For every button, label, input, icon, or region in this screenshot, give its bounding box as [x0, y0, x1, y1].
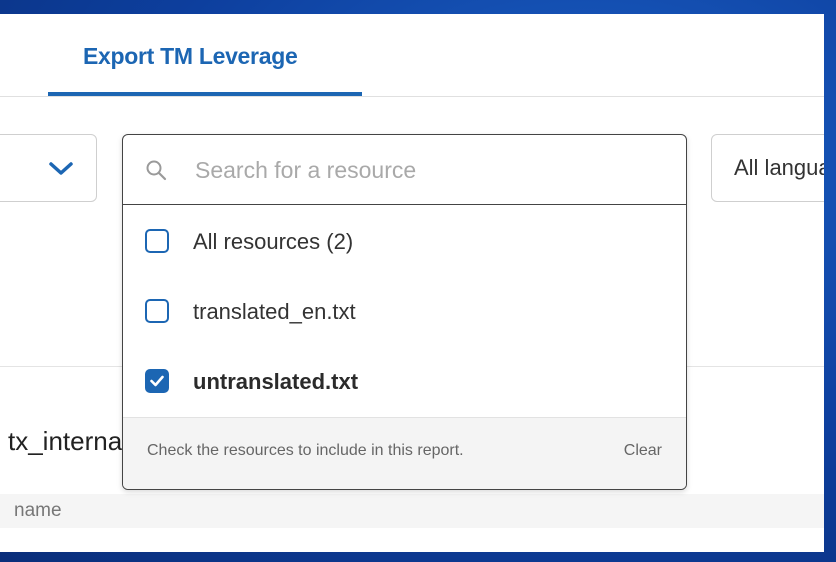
resource-dropdown: All resources (2) translated_en.txt untr…: [122, 134, 687, 490]
tabs-divider: [0, 96, 824, 97]
clear-button[interactable]: Clear: [624, 442, 662, 460]
checkbox-untranslated[interactable]: [145, 369, 169, 393]
option-label: All resources (2): [193, 229, 354, 254]
filter-dropdown[interactable]: [0, 134, 97, 202]
search-row: [123, 135, 686, 205]
option-untranslated[interactable]: untranslated.txt: [123, 347, 686, 417]
table-header: name: [0, 494, 824, 528]
checkbox-all-resources[interactable]: [145, 229, 169, 253]
resource-search-input[interactable]: [193, 149, 667, 191]
chevron-down-icon: [49, 162, 73, 175]
dropdown-footer: Check the resources to include in this r…: [123, 417, 686, 489]
main-panel: Export TM Leverage All languages tx_inte…: [0, 14, 824, 552]
option-label: untranslated.txt: [193, 369, 359, 394]
language-select[interactable]: All languages: [711, 134, 824, 202]
tab-export-tm-leverage[interactable]: Export TM Leverage: [48, 14, 362, 96]
project-title: tx_internal: [8, 426, 128, 456]
checkbox-translated-en[interactable]: [145, 299, 169, 323]
option-translated-en[interactable]: translated_en.txt: [123, 277, 686, 347]
option-label: translated_en.txt: [193, 299, 356, 324]
footer-hint: Check the resources to include in this r…: [147, 442, 464, 459]
search-icon: [146, 160, 167, 181]
checkmark-icon: [150, 375, 164, 387]
option-all-resources[interactable]: All resources (2): [123, 207, 686, 277]
column-header-name[interactable]: name: [14, 500, 62, 522]
